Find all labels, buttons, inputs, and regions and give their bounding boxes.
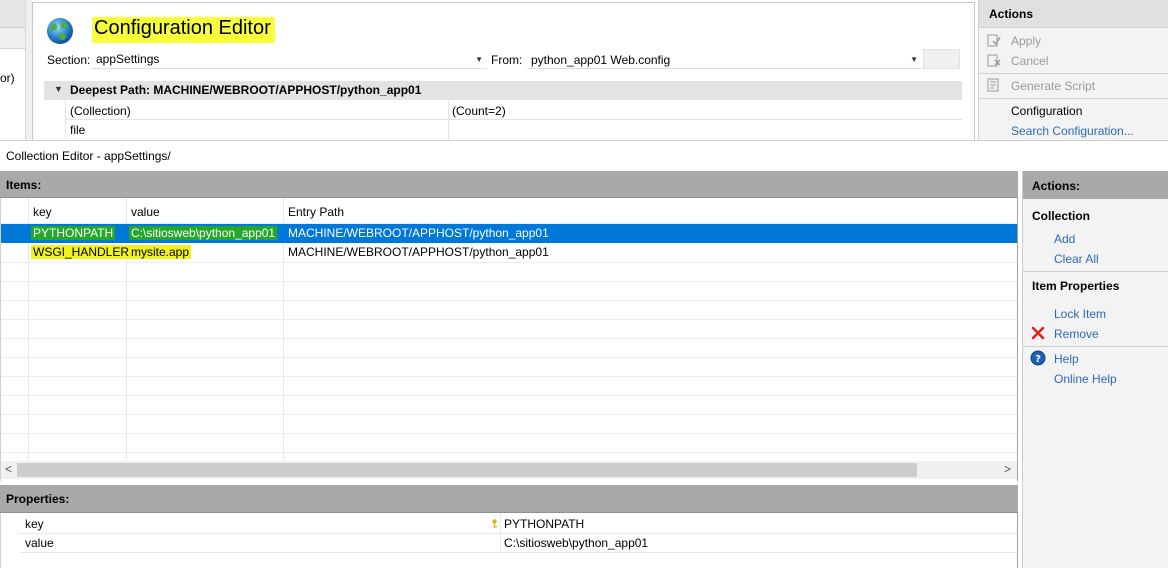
column-label: key (33, 205, 52, 219)
from-label: From: (491, 53, 523, 67)
grid-divider (1, 395, 1017, 396)
apply-button[interactable]: Apply (1011, 34, 1041, 48)
item-properties-heading: Item Properties (1032, 279, 1120, 293)
left-pane-header (0, 0, 25, 28)
property-name[interactable]: key (25, 517, 44, 531)
actions-separator (1023, 271, 1168, 272)
row-value: mysite.app (129, 245, 192, 259)
online-help-link[interactable]: Online Help (1054, 372, 1117, 386)
row-key: PYTHONPATH (31, 226, 116, 240)
column-label: value (131, 205, 160, 219)
property-value[interactable]: PYTHONPATH (504, 517, 584, 531)
from-value: python_app01 Web.config (531, 53, 671, 67)
add-button[interactable]: Add (1054, 232, 1075, 246)
grid-divider (1, 452, 1017, 453)
chevron-down-icon: ▼ (910, 55, 918, 64)
help-icon: ? (1030, 350, 1046, 366)
grid-divider (1, 300, 1017, 301)
chevron-down-icon: ▼ (475, 55, 483, 64)
actions-separator (1023, 346, 1168, 347)
remove-icon (1031, 326, 1045, 340)
scroll-right-icon[interactable]: > (1004, 462, 1011, 476)
globe-icon (45, 16, 75, 46)
grid-row-name[interactable]: (Collection) (70, 104, 131, 118)
svg-text:?: ? (1035, 354, 1041, 365)
grid-divider (19, 552, 1017, 553)
properties-grid: key PYTHONPATH value C:\sitiosweb\python… (0, 513, 1018, 568)
grid-divider (1, 262, 1017, 263)
remove-button[interactable]: Remove (1054, 327, 1099, 341)
grid-divider (19, 533, 1017, 534)
grid-divider (448, 100, 449, 140)
grid-divider (500, 513, 501, 553)
actions-pane: Actions Apply Cancel Generate Script Con… (978, 0, 1168, 140)
items-header: Items: (0, 171, 1018, 198)
row-key: WSGI_HANDLER (31, 245, 132, 259)
properties-header-label: Properties: (6, 492, 70, 506)
page-title: Configuration Editor (92, 17, 275, 43)
generate-script-button[interactable]: Generate Script (1011, 79, 1095, 93)
cancel-button[interactable]: Cancel (1011, 54, 1048, 68)
grid-divider (1, 376, 1017, 377)
section-label: Section: (47, 53, 91, 67)
deepest-path-text: Deepest Path: MACHINE/WEBROOT/APPHOST/py… (70, 83, 422, 97)
row-entry-path: MACHINE/WEBROOT/APPHOST/python_app01 (288, 245, 549, 259)
grid-divider (1, 319, 1017, 320)
scrollbar-thumb[interactable] (17, 463, 917, 477)
key-icon (492, 519, 497, 528)
row-value: C:\sitiosweb\python_app01 (129, 226, 278, 240)
clear-all-button[interactable]: Clear All (1054, 252, 1099, 266)
table-row[interactable]: WSGI_HANDLER mysite.app MACHINE/WEBROOT/… (1, 243, 1017, 262)
left-pane: or) (0, 0, 25, 140)
grid-divider (1, 414, 1017, 415)
grid-divider (1, 338, 1017, 339)
column-header-key[interactable]: key (28, 200, 126, 222)
items-header-label: Items: (6, 178, 42, 192)
actions-title: Actions (989, 7, 1034, 21)
section-dropdown[interactable]: appSettings ▼ (92, 49, 487, 69)
actions-pane-header: Actions (979, 0, 1168, 28)
apply-icon (987, 34, 1001, 47)
grid-divider (65, 119, 962, 120)
section-value: appSettings (96, 52, 160, 66)
dialog-title: Collection Editor - appSettings/ (6, 149, 171, 163)
grid-row-value[interactable]: (Count=2) (452, 104, 506, 118)
property-name[interactable]: value (25, 536, 54, 550)
grid-divider (1, 357, 1017, 358)
from-dropdown[interactable]: python_app01 Web.config ▼ (527, 49, 922, 69)
combo-extra-button[interactable] (923, 49, 960, 69)
help-link[interactable]: Help (1054, 352, 1079, 366)
lock-item-button[interactable]: Lock Item (1054, 307, 1106, 321)
cancel-icon (987, 54, 1001, 67)
column-header-entry-path[interactable]: Entry Path (283, 200, 1017, 222)
search-configuration-link[interactable]: Search Configuration... (1011, 124, 1134, 138)
grid-divider (1, 281, 1017, 282)
column-header-value[interactable]: value (126, 200, 283, 222)
items-grid: key value Entry Path PYTHONPATH C:\sitio… (0, 198, 1018, 481)
actions-separator (979, 73, 1168, 74)
scroll-left-icon[interactable]: < (5, 462, 12, 476)
properties-header: Properties: (0, 485, 1018, 513)
configuration-heading: Configuration (1011, 104, 1083, 118)
actions-separator (979, 98, 1168, 99)
table-row[interactable]: PYTHONPATH C:\sitiosweb\python_app01 MAC… (1, 224, 1017, 243)
left-pane-toolbar (0, 28, 25, 49)
grid-divider (65, 100, 66, 140)
left-pane-fragment: or) (0, 71, 15, 85)
splitter[interactable] (25, 0, 32, 140)
dialog-actions-pane: Actions: Collection Add Clear All Item P… (1022, 171, 1168, 568)
script-icon (987, 78, 999, 92)
horizontal-scrollbar[interactable]: < > (1, 461, 1017, 479)
property-value[interactable]: C:\sitiosweb\python_app01 (504, 536, 648, 550)
dialog-actions-title: Actions: (1032, 179, 1080, 193)
row-entry-path: MACHINE/WEBROOT/APPHOST/python_app01 (288, 226, 549, 240)
dialog-actions-header: Actions: (1023, 171, 1168, 199)
grid-row-name[interactable]: file (70, 123, 85, 137)
collapse-icon: ▼ (54, 84, 63, 94)
column-label: Entry Path (288, 205, 345, 219)
properties-gutter (1, 513, 19, 568)
collection-heading: Collection (1032, 209, 1091, 223)
deepest-path-header[interactable]: ▼ Deepest Path: MACHINE/WEBROOT/APPHOST/… (44, 81, 962, 100)
grid-divider (1, 433, 1017, 434)
